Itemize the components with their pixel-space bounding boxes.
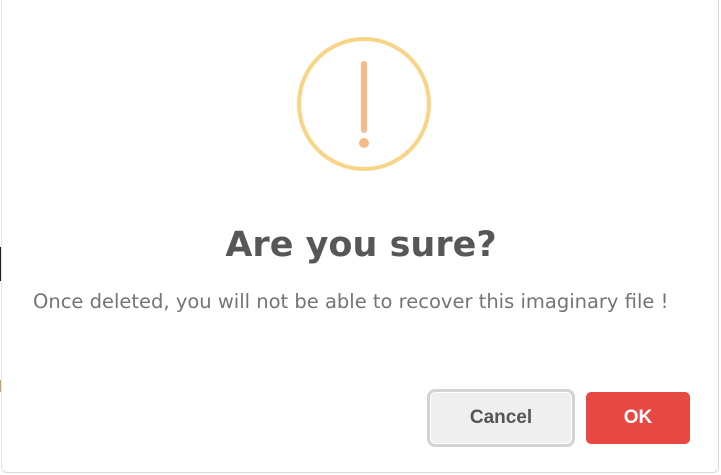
exclamation-dot bbox=[359, 138, 369, 148]
ok-button[interactable]: OK bbox=[586, 392, 690, 444]
dialog-message: Once deleted, you will not be able to re… bbox=[33, 290, 669, 313]
warning-icon bbox=[297, 37, 431, 171]
page-backdrop: Are you sure? Once deleted, you will not… bbox=[0, 0, 721, 475]
exclamation-bar bbox=[361, 61, 367, 133]
cancel-button[interactable]: Cancel bbox=[430, 392, 572, 444]
confirm-dialog: Are you sure? Once deleted, you will not… bbox=[1, 0, 719, 473]
dialog-title: Are you sure? bbox=[225, 225, 497, 265]
